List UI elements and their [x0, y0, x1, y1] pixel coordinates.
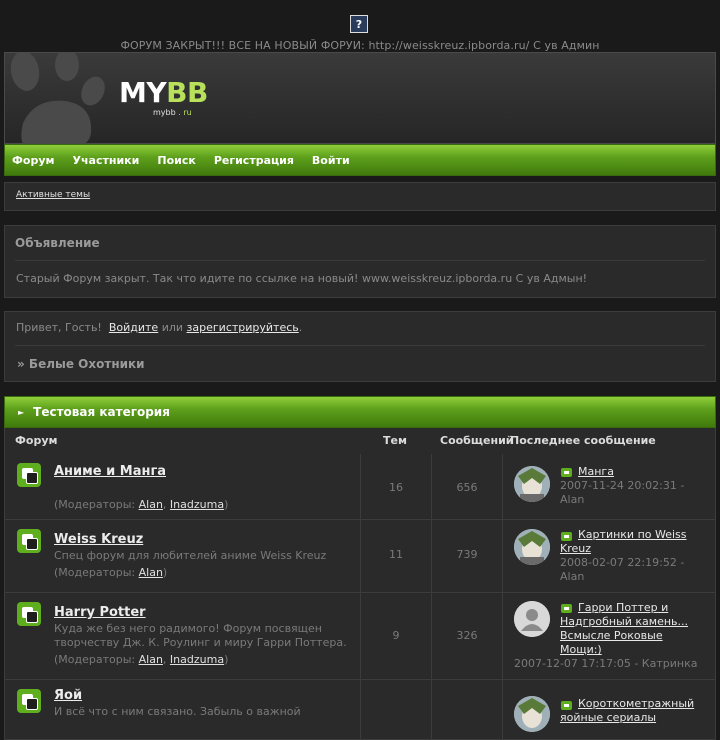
- forum-description: Куда же без него радимого! Форум посвяще…: [54, 622, 322, 635]
- col-posts: Сообщений: [440, 434, 514, 447]
- forum-link[interactable]: Яой: [54, 688, 82, 703]
- last-post-link[interactable]: Всмысле Роковые: [560, 629, 663, 643]
- forum-closed-notice: ФОРУМ ЗАКРЫТ!!! ВСЕ НА НОВЫЙ ФОРУИ: http…: [120, 39, 600, 52]
- forum-description: творчеству Дж. К. Роулинг и миру Гарри П…: [54, 636, 347, 649]
- last-post-link[interactable]: Манга: [578, 465, 614, 479]
- category-header[interactable]: ► Тестовая категория: [4, 396, 716, 428]
- announcement-text: Старый Форум закрыт. Так что идите по сс…: [16, 272, 588, 285]
- table-header: Форум Тем Сообщений Последнее сообщение: [4, 428, 716, 454]
- breadcrumb: » Белые Охотники: [17, 357, 145, 371]
- last-post-author: Alan: [560, 570, 585, 583]
- col-forum: Форум: [15, 434, 58, 447]
- table-row: Weiss Kreuz Спец форум для любителей ани…: [4, 520, 716, 593]
- new-post-icon: [561, 604, 572, 613]
- forum-link[interactable]: Аниме и Манга: [54, 464, 166, 479]
- last-post-link[interactable]: Kreuz: [560, 542, 591, 556]
- announcement-box: Объявление Старый Форум закрыт. Так что …: [4, 225, 716, 298]
- post-count: 739: [456, 548, 478, 561]
- post-count: 326: [456, 629, 478, 642]
- forum-header: MYBB mybb . ru: [4, 52, 716, 144]
- nav-users[interactable]: Участники: [73, 154, 140, 167]
- nav-login[interactable]: Войти: [312, 154, 350, 167]
- topic-count: 16: [389, 481, 403, 494]
- last-post-meta: 2007-12-07 17:17:05 - Катринка: [514, 657, 698, 670]
- table-row: Яой И всё что с ним связано. Забыль о ва…: [4, 680, 716, 740]
- announcement-title: Объявление: [15, 236, 100, 250]
- new-post-icon: [561, 532, 572, 541]
- divider: [15, 260, 705, 261]
- avatar: [514, 529, 550, 565]
- forum-icon: [17, 689, 41, 713]
- new-post-icon: [561, 701, 572, 710]
- post-count: 656: [456, 481, 478, 494]
- logo-subtitle: mybb . ru: [153, 108, 192, 117]
- forum-link[interactable]: Harry Potter: [54, 605, 146, 620]
- forum-icon: [17, 463, 41, 487]
- last-post-link[interactable]: Картинки по Weiss: [578, 528, 687, 542]
- paw-print-icon: [10, 53, 105, 143]
- collapse-arrow-icon[interactable]: ►: [18, 408, 24, 417]
- moderators: (Модераторы: Alan, Inadzuma): [54, 653, 229, 666]
- forum-description: И всё что с ним связано. Забыль о важной: [54, 705, 301, 718]
- moderator-link[interactable]: Alan: [139, 653, 163, 666]
- moderators: (Модераторы: Alan, Inadzuma): [54, 498, 229, 511]
- divider: [15, 345, 705, 346]
- forum-icon: [17, 602, 41, 626]
- col-last-post: Последнее сообщение: [510, 434, 656, 447]
- last-post-link[interactable]: Надгробный камень...: [560, 615, 688, 629]
- mybb-logo: MYBB: [119, 76, 208, 109]
- new-post-icon: [561, 468, 572, 477]
- forum-icon: [17, 529, 41, 553]
- last-post-date: 2008-02-07 22:19:52 -: [560, 556, 685, 569]
- nav-search[interactable]: Поиск: [157, 154, 195, 167]
- moderator-link[interactable]: Alan: [139, 566, 163, 579]
- table-row: Harry Potter Куда же без него радимого! …: [4, 593, 716, 680]
- welcome-box: Привет, Гость! Войдите или зарегистрируй…: [4, 311, 716, 382]
- active-topics-bar: Активные темы: [4, 182, 716, 211]
- forum-description: Спец форум для любителей аниме Weiss Kre…: [54, 549, 327, 562]
- moderators: (Модераторы: Alan): [54, 566, 168, 579]
- last-post-link[interactable]: Гарри Поттер и: [578, 601, 668, 615]
- active-topics-link[interactable]: Активные темы: [16, 190, 90, 200]
- moderator-link[interactable]: Inadzuma: [170, 498, 224, 511]
- avatar: [514, 696, 550, 732]
- moderator-link[interactable]: Alan: [139, 498, 163, 511]
- guest-greeting: Привет, Гость! Войдите или зарегистрируй…: [16, 321, 303, 334]
- category-title: Тестовая категория: [33, 405, 170, 419]
- last-post-author: Alan: [560, 493, 585, 506]
- register-link[interactable]: зарегистрируйтесь: [187, 321, 299, 334]
- last-post-link[interactable]: Мощи:): [560, 643, 602, 657]
- last-post-link[interactable]: яойные сериалы: [560, 711, 656, 725]
- table-row: Аниме и Манга (Модераторы: Alan, Inadzum…: [4, 454, 716, 520]
- topic-count: 11: [389, 548, 403, 561]
- moderator-link[interactable]: Inadzuma: [170, 653, 224, 666]
- main-navbar: Форум Участники Поиск Регистрация Войти: [4, 144, 716, 176]
- nav-register[interactable]: Регистрация: [214, 154, 294, 167]
- last-post-link[interactable]: Короткометражный: [578, 697, 694, 711]
- default-avatar-icon: [514, 601, 550, 637]
- topic-count: 9: [392, 629, 400, 642]
- last-post-date: 2007-11-24 20:02:31 -: [560, 479, 685, 492]
- broken-image-icon: ?: [350, 15, 368, 33]
- nav-forum[interactable]: Форум: [12, 154, 55, 167]
- login-link[interactable]: Войдите: [109, 321, 158, 334]
- col-topics: Тем: [383, 434, 407, 447]
- avatar: [514, 466, 550, 502]
- forum-link[interactable]: Weiss Kreuz: [54, 532, 143, 547]
